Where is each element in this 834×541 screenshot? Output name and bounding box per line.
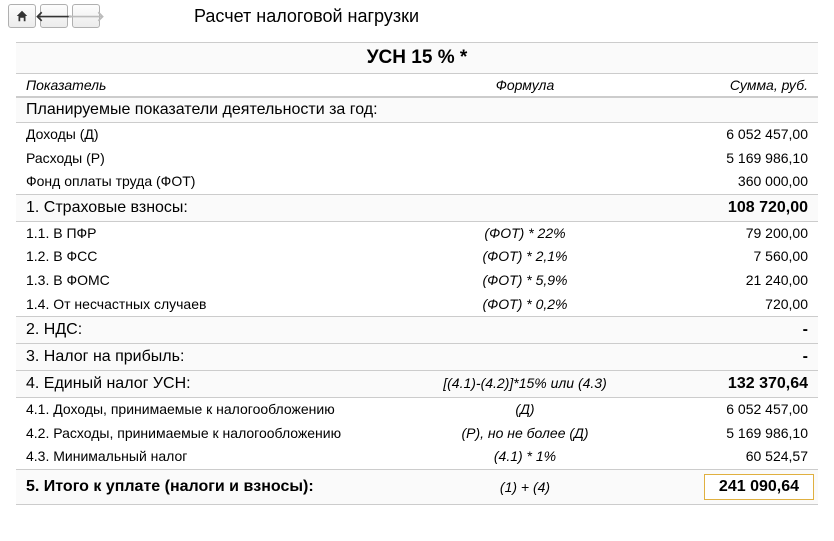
cell-label: 1.1. В ПФР	[20, 224, 440, 244]
section-planned: Планируемые показатели деятельности за г…	[16, 97, 818, 123]
cell-value: 60 524,57	[610, 447, 814, 467]
page-title: Расчет налоговой нагрузки	[194, 6, 419, 27]
section-nds: 2. НДС: -	[16, 316, 818, 344]
row-usn-income: 4.1. Доходы, принимаемые к налогообложен…	[16, 398, 818, 422]
cell-label: 4.1. Доходы, принимаемые к налогообложен…	[20, 400, 440, 420]
cell-label: 2. НДС:	[20, 321, 440, 339]
cell-formula: (Д)	[440, 400, 610, 420]
section-total: 5. Итого к уплате (налоги и взносы): (1)…	[16, 469, 818, 505]
section-insurance: 1. Страховые взносы: 108 720,00	[16, 194, 818, 222]
cell-value: 132 370,64	[610, 375, 814, 393]
cell-formula: (ФОТ) * 0,2%	[440, 295, 610, 315]
row-foms: 1.3. В ФОМС (ФОТ) * 5,9% 21 240,00	[16, 269, 818, 293]
cell-formula: (ФОТ) * 2,1%	[440, 247, 610, 267]
home-icon	[15, 9, 29, 23]
cell-label: 5. Итого к уплате (налоги и взносы):	[20, 478, 440, 496]
cell-formula: (ФОТ) * 5,9%	[440, 271, 610, 291]
cell-formula	[440, 321, 610, 339]
cell-formula: [(4.1)-(4.2)]*15% или (4.3)	[440, 375, 610, 393]
cell-label: 4.2. Расходы, принимаемые к налогообложе…	[20, 424, 440, 444]
cell-value: 360 000,00	[610, 172, 814, 192]
cell-value: -	[610, 321, 814, 339]
cell-label: 4.3. Минимальный налог	[20, 447, 440, 467]
row-min-tax: 4.3. Минимальный налог (4.1) * 1% 60 524…	[16, 445, 818, 469]
report-header: УСН 15 % *	[16, 42, 818, 74]
col-header-sum: Сумма, руб.	[610, 77, 814, 93]
cell-value-wrapper: 241 090,64	[610, 474, 814, 500]
row-fot: Фонд оплаты труда (ФОТ) 360 000,00	[16, 170, 818, 194]
toolbar: 🡐 🡒 Расчет налоговой нагрузки	[0, 0, 834, 32]
cell-value: 720,00	[610, 295, 814, 315]
cell-value: 108 720,00	[610, 199, 814, 217]
cell-value: -	[610, 348, 814, 366]
row-expense: Расходы (Р) 5 169 986,10	[16, 147, 818, 171]
cell-label: Доходы (Д)	[20, 125, 440, 145]
cell-label: Фонд оплаты труда (ФОТ)	[20, 172, 440, 192]
forward-button[interactable]: 🡒	[72, 4, 100, 28]
row-accident: 1.4. От несчастных случаев (ФОТ) * 0,2% …	[16, 293, 818, 317]
total-highlight: 241 090,64	[704, 474, 814, 500]
section-usn: 4. Единый налог УСН: [(4.1)-(4.2)]*15% и…	[16, 371, 818, 398]
row-pfr: 1.1. В ПФР (ФОТ) * 22% 79 200,00	[16, 222, 818, 246]
cell-value: 6 052 457,00	[610, 400, 814, 420]
section-profit-tax: 3. Налог на прибыль: -	[16, 344, 818, 371]
cell-label: Расходы (Р)	[20, 149, 440, 169]
col-header-formula: Формула	[440, 77, 610, 93]
cell-label: 4. Единый налог УСН:	[20, 375, 440, 393]
cell-value: 7 560,00	[610, 247, 814, 267]
cell-label: 3. Налог на прибыль:	[20, 348, 440, 366]
cell-value: 5 169 986,10	[610, 149, 814, 169]
cell-formula	[440, 149, 610, 169]
col-header-indicator: Показатель	[20, 77, 440, 93]
row-income: Доходы (Д) 6 052 457,00	[16, 123, 818, 147]
row-fss: 1.2. В ФСС (ФОТ) * 2,1% 7 560,00	[16, 245, 818, 269]
arrow-right-icon: 🡒	[67, 8, 105, 25]
cell-formula	[440, 199, 610, 217]
cell-formula	[440, 125, 610, 145]
cell-formula: (ФОТ) * 22%	[440, 224, 610, 244]
cell-formula: (Р), но не более (Д)	[440, 424, 610, 444]
cell-value: 6 052 457,00	[610, 125, 814, 145]
cell-value: 21 240,00	[610, 271, 814, 291]
section-planned-label: Планируемые показатели деятельности за г…	[20, 101, 814, 119]
column-headers: Показатель Формула Сумма, руб.	[16, 74, 818, 97]
home-button[interactable]	[8, 4, 36, 28]
cell-formula	[440, 348, 610, 366]
cell-label: 1.3. В ФОМС	[20, 271, 440, 291]
cell-formula	[440, 172, 610, 192]
cell-formula: (4.1) * 1%	[440, 447, 610, 467]
cell-value: 5 169 986,10	[610, 424, 814, 444]
back-button[interactable]: 🡐	[40, 4, 68, 28]
cell-label: 1.2. В ФСС	[20, 247, 440, 267]
cell-label: 1. Страховые взносы:	[20, 199, 440, 217]
cell-formula: (1) + (4)	[440, 479, 610, 495]
cell-value: 79 200,00	[610, 224, 814, 244]
cell-label: 1.4. От несчастных случаев	[20, 295, 440, 315]
row-usn-expense: 4.2. Расходы, принимаемые к налогообложе…	[16, 422, 818, 446]
report-body: УСН 15 % * Показатель Формула Сумма, руб…	[0, 32, 834, 515]
